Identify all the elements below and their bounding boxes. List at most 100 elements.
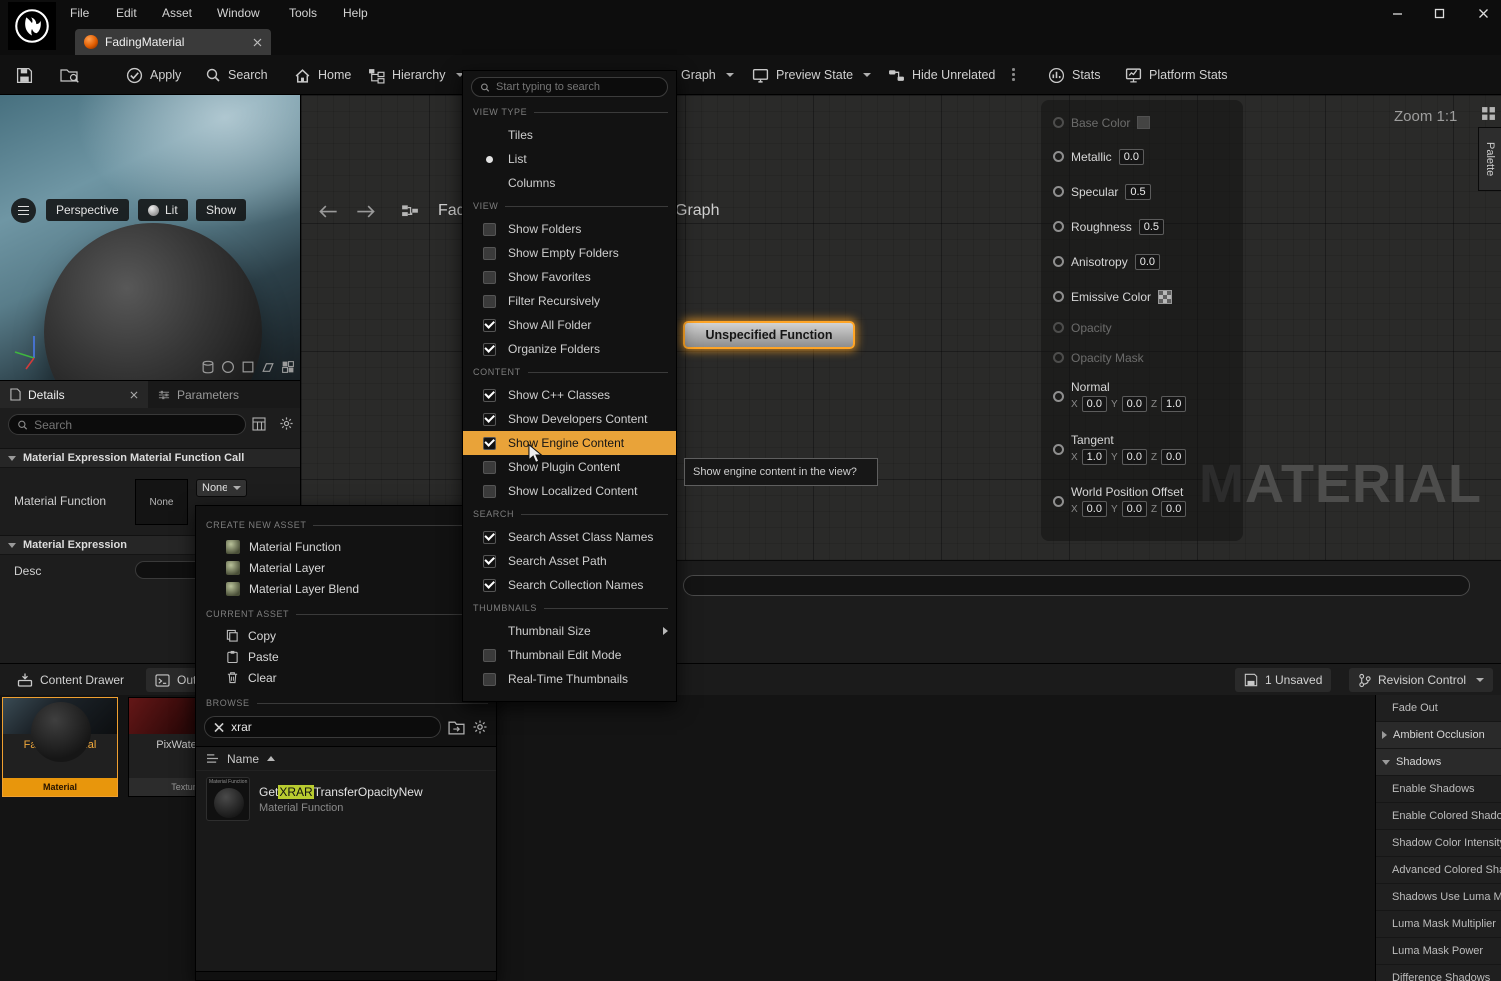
- option-show-developers-content[interactable]: Show Developers Content: [463, 407, 676, 431]
- menu-item-paste[interactable]: Paste: [196, 646, 496, 667]
- lit-button[interactable]: Lit: [138, 199, 188, 221]
- menu-item-material-function[interactable]: Material Function: [196, 536, 496, 557]
- view-type-list[interactable]: List: [463, 147, 676, 171]
- option-show-plugin-content[interactable]: Show Plugin Content: [463, 455, 676, 479]
- radio-icon[interactable]: [483, 129, 496, 142]
- row-fade-out[interactable]: Fade Out: [1376, 695, 1501, 722]
- viewport-options-button[interactable]: [11, 198, 36, 223]
- hide-unrelated-options-button[interactable]: [1012, 68, 1015, 81]
- category-shadows[interactable]: Shadows: [1376, 749, 1501, 776]
- value-box[interactable]: 0.5: [1139, 219, 1164, 235]
- menu-tools[interactable]: Tools: [283, 0, 323, 26]
- menu-item-copy[interactable]: Copy: [196, 625, 496, 646]
- revision-control-button[interactable]: Revision Control: [1349, 668, 1493, 692]
- clean-graph-button[interactable]: Graph: [681, 55, 734, 95]
- hierarchy-button[interactable]: Hierarchy: [368, 55, 464, 95]
- details-search[interactable]: [8, 414, 246, 435]
- custom-mesh-button[interactable]: [281, 360, 295, 374]
- row-enable-colored-shadows[interactable]: Enable Colored Shadows: [1376, 803, 1501, 830]
- asset-search-field[interactable]: [204, 716, 441, 738]
- menu-item-material-layer-blend[interactable]: Material Layer Blend: [196, 578, 496, 599]
- unreal-engine-logo-icon[interactable]: [8, 2, 56, 50]
- nav-forward-icon[interactable]: [355, 205, 377, 218]
- value-box[interactable]: 0.0: [1082, 501, 1107, 517]
- unspecified-function-node[interactable]: Unspecified Function: [683, 321, 855, 349]
- plane-shape-button[interactable]: [261, 360, 275, 374]
- search-button[interactable]: Search: [205, 55, 268, 95]
- list-settings-icon[interactable]: [206, 753, 219, 764]
- option-thumbnail-size[interactable]: Thumbnail Size: [463, 619, 676, 643]
- value-box[interactable]: 1.0: [1161, 396, 1186, 412]
- pin-circle-icon[interactable]: [1053, 291, 1064, 302]
- checkbox[interactable]: [483, 343, 496, 356]
- option-show-favorites[interactable]: Show Favorites: [463, 265, 676, 289]
- browse-folder-button[interactable]: [448, 720, 465, 735]
- minimize-button[interactable]: [1382, 0, 1412, 26]
- maximize-button[interactable]: [1424, 0, 1454, 26]
- menu-window[interactable]: Window: [211, 0, 266, 26]
- checkbox[interactable]: [483, 673, 496, 686]
- show-button[interactable]: Show: [196, 199, 246, 221]
- menu-file[interactable]: File: [64, 0, 95, 26]
- nav-back-icon[interactable]: [317, 205, 339, 218]
- perspective-button[interactable]: Perspective: [46, 199, 129, 221]
- view-options-search-input[interactable]: [496, 81, 659, 93]
- pin-metallic[interactable]: Metallic 0.0: [1041, 148, 1144, 165]
- expand-arrow-icon[interactable]: [1382, 731, 1387, 739]
- row-advanced-colored-shadows[interactable]: Advanced Colored Shadows: [1376, 857, 1501, 884]
- option-organize-folders[interactable]: Organize Folders: [463, 337, 676, 361]
- value-box[interactable]: 0.0: [1122, 449, 1147, 465]
- material-function-thumbnail[interactable]: None: [135, 479, 188, 525]
- pin-circle-icon[interactable]: [1053, 352, 1064, 363]
- option-filter-recursively[interactable]: Filter Recursively: [463, 289, 676, 313]
- cube-shape-button[interactable]: [241, 360, 255, 374]
- value-box[interactable]: 0.0: [1161, 501, 1186, 517]
- menu-help[interactable]: Help: [337, 0, 374, 26]
- hide-unrelated-button[interactable]: Hide Unrelated: [888, 55, 995, 95]
- option-show-folders[interactable]: Show Folders: [463, 217, 676, 241]
- checkbox[interactable]: [483, 389, 496, 402]
- option-show-all-folder[interactable]: Show All Folder: [463, 313, 676, 337]
- pin-base-color[interactable]: Base Color: [1041, 114, 1150, 131]
- pin-circle-icon[interactable]: [1053, 186, 1064, 197]
- value-box[interactable]: 0.0: [1119, 149, 1144, 165]
- checkbox[interactable]: [483, 531, 496, 544]
- material-function-dropdown[interactable]: None: [196, 479, 247, 497]
- value-box[interactable]: 0.0: [1135, 254, 1160, 270]
- category-ambient-occlusion[interactable]: Ambient Occlusion: [1376, 722, 1501, 749]
- browse-to-asset-button[interactable]: [60, 55, 80, 95]
- pin-opacity[interactable]: Opacity: [1041, 319, 1112, 336]
- value-box[interactable]: 1.0: [1082, 449, 1107, 465]
- checkbox[interactable]: [483, 295, 496, 308]
- collapse-arrow-icon[interactable]: [1382, 760, 1390, 765]
- pin-circle-icon[interactable]: [1053, 117, 1064, 128]
- pin-emissive-color[interactable]: Emissive Color: [1041, 288, 1172, 305]
- results-name-column-header[interactable]: Name: [196, 747, 496, 771]
- palette-icon[interactable]: [1481, 106, 1496, 121]
- cylinder-shape-button[interactable]: [201, 360, 215, 374]
- pin-circle-icon[interactable]: [1053, 496, 1064, 507]
- close-button[interactable]: [1468, 0, 1498, 26]
- value-box[interactable]: 0.0: [1082, 396, 1107, 412]
- clear-search-icon[interactable]: [214, 722, 224, 733]
- checkbox[interactable]: [483, 649, 496, 662]
- pin-circle-icon[interactable]: [1053, 256, 1064, 267]
- option-show-cpp-classes[interactable]: Show C++ Classes: [463, 383, 676, 407]
- apply-button[interactable]: Apply: [126, 55, 181, 95]
- checkbox[interactable]: [483, 555, 496, 568]
- pin-circle-icon[interactable]: [1053, 322, 1064, 333]
- pin-circle-icon[interactable]: [1053, 444, 1064, 455]
- asset-result-row[interactable]: Material Function GetXRARTransferOpacity…: [196, 771, 496, 827]
- pin-opacity-mask[interactable]: Opacity Mask: [1041, 349, 1144, 366]
- sphere-shape-button[interactable]: [221, 360, 235, 374]
- row-luma-mask-power[interactable]: Luma Mask Power: [1376, 938, 1501, 965]
- pin-circle-icon[interactable]: [1053, 221, 1064, 232]
- checkbox[interactable]: [483, 437, 496, 450]
- view-options-gear-button[interactable]: [472, 719, 488, 735]
- tab-parameters[interactable]: Parameters: [148, 381, 300, 408]
- details-tab-close-icon[interactable]: [130, 391, 138, 399]
- checkbox[interactable]: [483, 579, 496, 592]
- checkbox[interactable]: [483, 247, 496, 260]
- tab-fadingmaterial[interactable]: FadingMaterial: [75, 29, 271, 55]
- checkbox[interactable]: [483, 461, 496, 474]
